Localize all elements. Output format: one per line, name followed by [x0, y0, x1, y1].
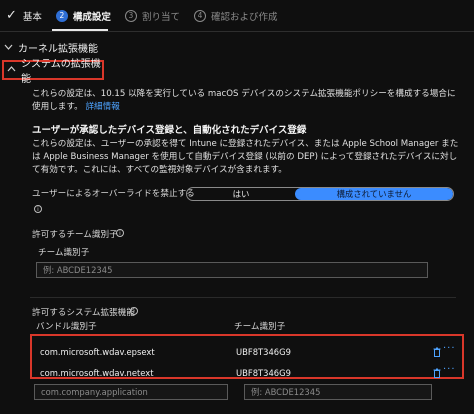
checkmark-icon: ✓ [6, 8, 17, 23]
step-number: 3 [124, 9, 137, 22]
chevron-down-icon [4, 43, 13, 53]
active-step-underline [52, 29, 108, 31]
team-id-input[interactable]: 例: ABCDE12345 [36, 262, 428, 278]
bundle-id-column-header: バンドル識別子 [36, 322, 97, 332]
step-label: 割り当て [141, 11, 180, 23]
intro-paragraph: これらの設定は、10.15 以降を実行している macOS デバイスのシステム拡… [32, 88, 462, 114]
table-row-team[interactable]: UBF8T346G9 [230, 365, 426, 381]
info-icon[interactable]: i [34, 205, 42, 213]
info-icon[interactable]: i [116, 229, 124, 237]
override-label: ユーザーによるオーバーライドを禁止する [32, 189, 195, 199]
new-team-id-input[interactable]: 例: ABCDE12345 [244, 384, 432, 400]
wizard-steps: ✓ 基本 2 構成設定 3 割り当て 4 確認および作成 [0, 0, 474, 32]
section-title: システムの拡張機能 [21, 59, 101, 85]
delete-icon[interactable] [433, 368, 441, 378]
team-id-column-header: チーム識別子 [234, 322, 286, 332]
info-icon[interactable]: i [130, 307, 138, 315]
approval-description: これらの設定は、ユーザーの承認を得て Intune に登録されたデバイス、または… [32, 139, 459, 175]
step-assignments[interactable]: 3 割り当て [124, 9, 180, 23]
table-row-bundle[interactable]: com.microsoft.wdav.netext [34, 365, 228, 381]
toggle-option-yes[interactable]: はい [187, 188, 295, 200]
more-icon[interactable]: ··· [443, 364, 456, 375]
step-number: 4 [193, 9, 206, 22]
step-label: 確認および作成 [210, 11, 278, 23]
step-number: 2 [55, 9, 68, 22]
step-basics[interactable]: ✓ 基本 [6, 8, 42, 23]
allowed-extensions-label: 許可するシステム拡張機能 [32, 308, 135, 318]
team-id-placeholder: 例: ABCDE12345 [251, 387, 321, 397]
section-title: カーネル拡張機能 [18, 44, 98, 55]
section-system-extensions[interactable]: システムの拡張機能 [2, 59, 104, 85]
section-kernel-extensions[interactable]: カーネル拡張機能 [4, 40, 98, 55]
toggle-option-not-configured[interactable]: 構成されていません [295, 188, 453, 200]
learn-more-link[interactable]: 詳細情報 [85, 102, 119, 112]
divider [30, 297, 456, 298]
approval-heading: ユーザーが承認したデバイス登録と、自動化されたデバイス登録 [32, 125, 307, 136]
chevron-up-icon [7, 65, 16, 75]
step-label: 構成設定 [72, 11, 111, 23]
allowed-teams-label: 許可するチーム識別子 [32, 230, 118, 240]
table-row-team[interactable]: UBF8T346G9 [230, 344, 426, 360]
table-row-bundle[interactable]: com.microsoft.wdav.epsext [34, 344, 228, 360]
step-label: 基本 [22, 11, 42, 23]
step-review-create[interactable]: 4 確認および作成 [193, 9, 278, 23]
delete-icon[interactable] [433, 347, 441, 357]
more-icon[interactable]: ··· [443, 343, 456, 354]
new-bundle-id-input[interactable]: com.company.application [34, 384, 228, 400]
team-id-placeholder: 例: ABCDE12345 [43, 265, 113, 275]
bundle-id-placeholder: com.company.application [41, 387, 148, 397]
step-configuration[interactable]: 2 構成設定 [55, 9, 111, 23]
override-toggle[interactable]: はい 構成されていません [186, 187, 454, 201]
team-id-column-header: チーム識別子 [38, 248, 90, 258]
